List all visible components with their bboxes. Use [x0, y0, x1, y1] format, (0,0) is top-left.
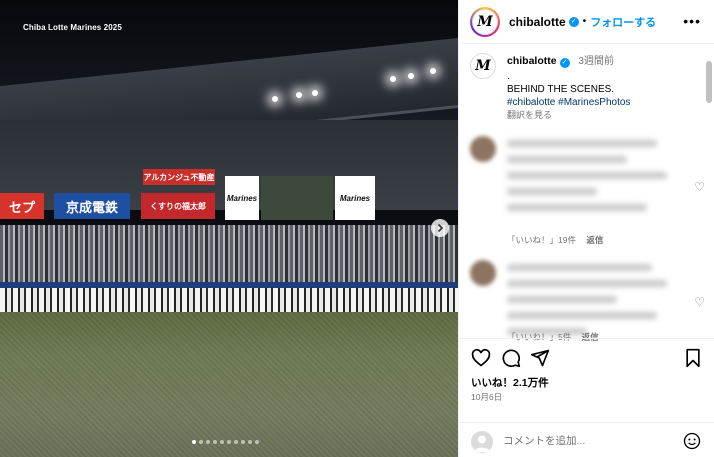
avatar — [471, 431, 493, 453]
grass-field — [0, 312, 458, 457]
carousel-dot — [227, 440, 231, 444]
post-side-panel: M chibalotte ✓ • フォローする ••• M chibalotte… — [458, 0, 714, 457]
separator: • — [582, 16, 587, 27]
marines-logo-icon[interactable]: M — [470, 53, 496, 79]
carousel-dot — [213, 440, 217, 444]
likes-count[interactable]: いいね！2.1万件 — [471, 375, 549, 390]
avatar[interactable] — [470, 136, 496, 162]
ad-sign: 京成電鉄 — [54, 193, 130, 219]
verified-icon: ✓ — [568, 16, 579, 27]
comment-meta: 「いいね！」19件 返信 — [507, 234, 603, 246]
bookmark-icon[interactable] — [683, 348, 703, 368]
heart-icon[interactable]: ♡ — [694, 295, 705, 309]
instagram-post: アルカンジュ不動産 セプ 京成電鉄 くすりの福太郎 Marines Marine… — [0, 0, 714, 457]
carousel-dot — [199, 440, 203, 444]
carousel-dot — [234, 440, 238, 444]
ad-sign: くすりの福太郎 — [141, 193, 215, 219]
caption-line: BEHIND THE SCENES. — [507, 84, 615, 95]
carousel-dot — [220, 440, 224, 444]
carousel-dot — [241, 440, 245, 444]
stadium-lights — [0, 60, 458, 110]
share-icon[interactable] — [530, 348, 550, 368]
video-screen: Marines — [335, 176, 375, 220]
follow-button[interactable]: フォローする — [590, 14, 656, 30]
caption-line: . — [507, 71, 510, 82]
avatar[interactable]: M — [470, 6, 500, 37]
post-header: M chibalotte ✓ • フォローする ••• — [459, 0, 714, 44]
verified-icon: ✓ — [559, 58, 570, 68]
header-username[interactable]: chibalotte — [509, 15, 566, 29]
comments-scrollbar[interactable] — [706, 56, 712, 336]
players-lineup — [0, 288, 458, 314]
carousel-indicator — [192, 440, 259, 444]
photo-watermark: Chiba Lotte Marines 2025 — [23, 23, 122, 32]
crowd — [0, 225, 458, 285]
ad-sign: セプ — [0, 193, 44, 219]
comment-likes[interactable]: 「いいね！」19件 — [507, 235, 576, 245]
action-bar — [471, 348, 703, 370]
heart-icon[interactable] — [471, 348, 491, 368]
user-icon — [474, 435, 490, 452]
post-date[interactable]: 10月6日 — [471, 391, 502, 403]
carousel-dot — [248, 440, 252, 444]
carousel-dot — [255, 440, 259, 444]
translate-link[interactable]: 翻訳を見る — [507, 109, 707, 122]
carousel-dot — [206, 440, 210, 444]
more-options-icon[interactable]: ••• — [683, 13, 701, 29]
comment-icon[interactable] — [501, 348, 521, 368]
marines-logo-icon: M — [472, 8, 498, 35]
video-screen: Marines — [225, 176, 259, 220]
ad-sign: アルカンジュ不動産 — [143, 169, 215, 185]
add-comment-bar — [459, 422, 714, 457]
scrollbar-thumb[interactable] — [706, 61, 712, 103]
caption-hashtags[interactable]: #chibalotte #MarinesPhotos — [507, 96, 707, 109]
video-screen — [261, 176, 333, 220]
caption-time[interactable]: 3週間前 — [578, 56, 614, 67]
carousel-dot — [192, 440, 196, 444]
chevron-right-icon — [437, 223, 444, 233]
avatar[interactable] — [470, 260, 496, 286]
post-actions: いいね！2.1万件 10月6日 — [459, 338, 714, 457]
heart-icon[interactable]: ♡ — [694, 180, 705, 194]
caption-username[interactable]: chibalotte — [507, 55, 557, 67]
comment-input[interactable] — [503, 432, 673, 450]
carousel-next-button[interactable] — [431, 219, 449, 237]
post-photo[interactable]: アルカンジュ不動産 セプ 京成電鉄 くすりの福太郎 Marines Marine… — [0, 0, 458, 457]
blurred-comment-text — [507, 140, 673, 220]
emoji-icon[interactable] — [683, 432, 701, 450]
reply-button[interactable]: 返信 — [586, 235, 603, 245]
